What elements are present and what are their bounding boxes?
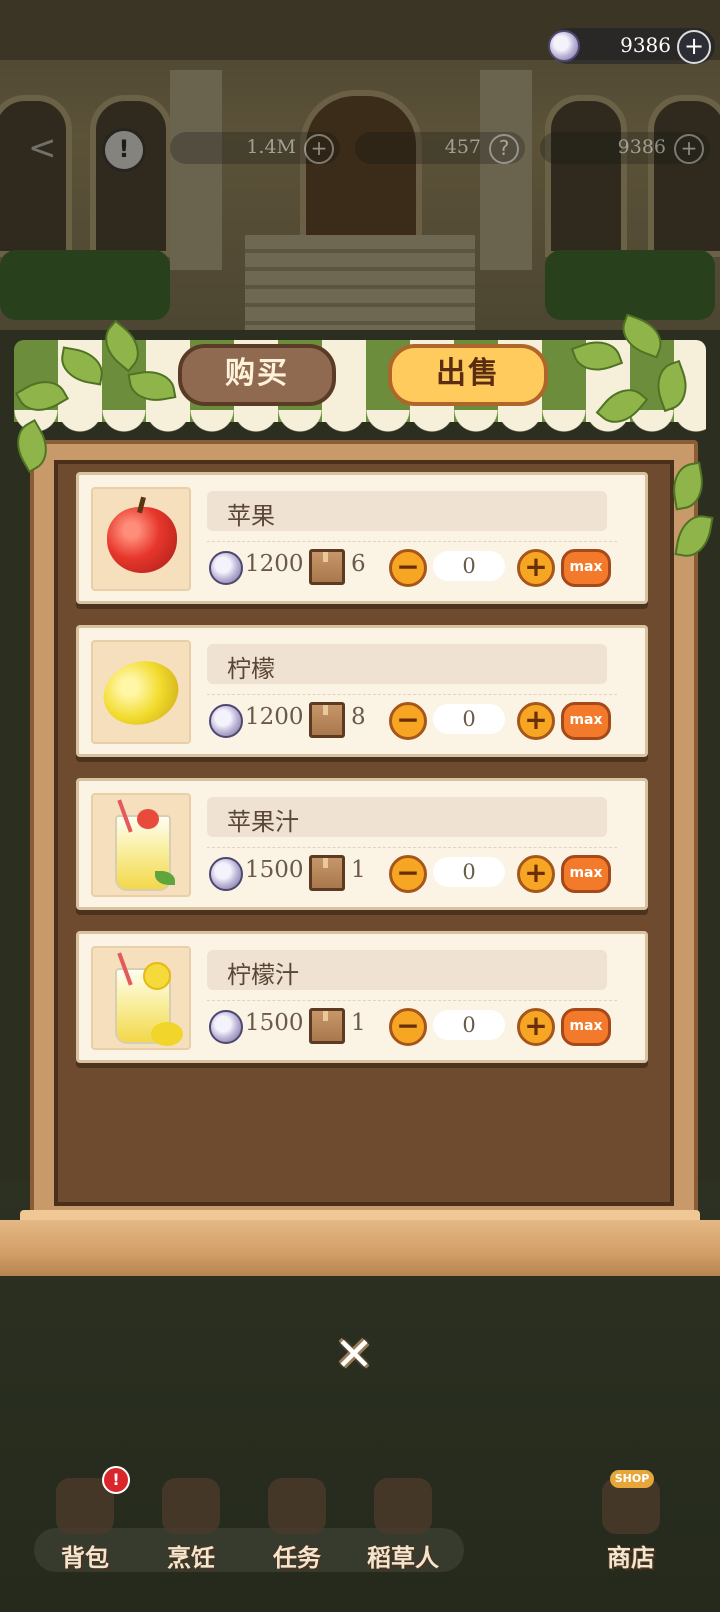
- item-name: 苹果汁: [227, 808, 299, 836]
- quantity-field[interactable]: 0: [433, 704, 505, 734]
- list-item: 柠檬 1200 8 − 0 + max: [76, 625, 648, 757]
- max-quantity-button[interactable]: max: [561, 1008, 611, 1046]
- apple-garnish: [137, 809, 159, 829]
- silver-coin-icon: [209, 551, 243, 585]
- silver-coin-icon: [548, 30, 580, 62]
- gem-help-icon: ?: [489, 134, 519, 164]
- max-quantity-button[interactable]: max: [561, 702, 611, 740]
- back-arrow-icon: <: [28, 128, 57, 168]
- decrease-quantity-button[interactable]: −: [389, 549, 427, 587]
- increase-quantity-button[interactable]: +: [517, 1008, 555, 1046]
- silver-coin-icon: [209, 857, 243, 891]
- gem-counter: 457 ?: [355, 132, 525, 164]
- divider: [207, 694, 617, 695]
- box-icon: [309, 1008, 345, 1044]
- apple-icon: [107, 507, 177, 573]
- nav-scarecrow[interactable]: 稻草人: [358, 1468, 448, 1578]
- nav-label: 背包: [61, 1544, 109, 1572]
- item-name-bar: 苹果: [207, 491, 607, 531]
- stairs: [245, 235, 475, 345]
- silver-coin-counter: 9386 +: [548, 28, 715, 64]
- gold-counter: 1.4M +: [170, 132, 340, 164]
- nav-tasks[interactable]: 任务: [252, 1468, 342, 1578]
- lemon-icon: [95, 651, 187, 735]
- scarecrow-icon: [374, 1478, 432, 1534]
- silver-coin-icon: [209, 704, 243, 738]
- nav-shop[interactable]: SHOP 商店: [586, 1468, 676, 1578]
- silver-coin-icon: [209, 1010, 243, 1044]
- nav-label: 烹饪: [167, 1544, 215, 1572]
- item-stock: 1: [351, 1010, 366, 1036]
- dimmed-hud: < ! 1.4M + 457 ? 9386 +: [0, 120, 720, 180]
- silver-counter: 9386 +: [540, 132, 710, 164]
- decrease-quantity-button[interactable]: −: [389, 1008, 427, 1046]
- nav-label: 稻草人: [367, 1544, 439, 1572]
- tasks-icon: [268, 1478, 326, 1534]
- lemon-slice-garnish: [143, 962, 171, 990]
- item-name: 苹果: [227, 502, 275, 530]
- add-coins-button[interactable]: +: [677, 30, 711, 64]
- shop-tag: SHOP: [610, 1470, 654, 1488]
- max-quantity-button[interactable]: max: [561, 855, 611, 893]
- notification-badge: !: [102, 1466, 130, 1494]
- alert-icon: !: [102, 128, 146, 172]
- item-name-bar: 苹果汁: [207, 797, 607, 837]
- max-quantity-button[interactable]: max: [561, 549, 611, 587]
- decrease-quantity-button[interactable]: −: [389, 855, 427, 893]
- tab-sell[interactable]: 出售: [388, 344, 548, 406]
- silver-coin-value: 9386: [620, 33, 671, 57]
- quantity-field[interactable]: 0: [433, 1010, 505, 1040]
- item-name-bar: 柠檬汁: [207, 950, 607, 990]
- nav-backpack[interactable]: ! 背包: [40, 1466, 130, 1578]
- divider: [207, 847, 617, 848]
- item-stock: 8: [351, 704, 366, 730]
- gold-value: 1.4M: [246, 136, 296, 158]
- quantity-field[interactable]: 0: [433, 551, 505, 581]
- item-thumbnail: [91, 640, 191, 744]
- silver-value: 9386: [617, 136, 666, 158]
- item-price: 1500: [245, 857, 304, 883]
- lemon-garnish: [151, 1022, 183, 1046]
- increase-quantity-button[interactable]: +: [517, 549, 555, 587]
- box-icon: [309, 549, 345, 585]
- list-item: 柠檬汁 1500 1 − 0 + max: [76, 931, 648, 1063]
- item-thumbnail: [91, 793, 191, 897]
- silver-plus-icon: +: [674, 134, 704, 164]
- hedge: [0, 250, 170, 320]
- item-price: 1500: [245, 1010, 304, 1036]
- tab-buy[interactable]: 购买: [178, 344, 336, 406]
- list-item: 苹果汁 1500 1 − 0 + max: [76, 778, 648, 910]
- counter-ledge: [0, 1220, 720, 1276]
- close-button[interactable]: ✕: [332, 1331, 376, 1377]
- item-thumbnail: [91, 946, 191, 1050]
- item-thumbnail: [91, 487, 191, 591]
- item-price: 1200: [245, 704, 304, 730]
- nav-label: 任务: [273, 1544, 321, 1572]
- increase-quantity-button[interactable]: +: [517, 702, 555, 740]
- item-name: 柠檬: [227, 655, 275, 683]
- divider: [207, 1000, 617, 1001]
- item-stock: 6: [351, 551, 366, 577]
- quantity-field[interactable]: 0: [433, 857, 505, 887]
- divider: [207, 541, 617, 542]
- item-price: 1200: [245, 551, 304, 577]
- nav-cooking[interactable]: 烹饪: [146, 1468, 236, 1578]
- list-item: 苹果 1200 6 − 0 + max: [76, 472, 648, 604]
- box-icon: [309, 855, 345, 891]
- box-icon: [309, 702, 345, 738]
- hedge: [545, 250, 715, 320]
- item-stock: 1: [351, 857, 366, 883]
- gem-value: 457: [444, 136, 481, 158]
- item-name-bar: 柠檬: [207, 644, 607, 684]
- nav-label: 商店: [607, 1544, 655, 1572]
- decrease-quantity-button[interactable]: −: [389, 702, 427, 740]
- increase-quantity-button[interactable]: +: [517, 855, 555, 893]
- cooking-icon: [162, 1478, 220, 1534]
- item-name: 柠檬汁: [227, 961, 299, 989]
- gold-plus-icon: +: [304, 134, 334, 164]
